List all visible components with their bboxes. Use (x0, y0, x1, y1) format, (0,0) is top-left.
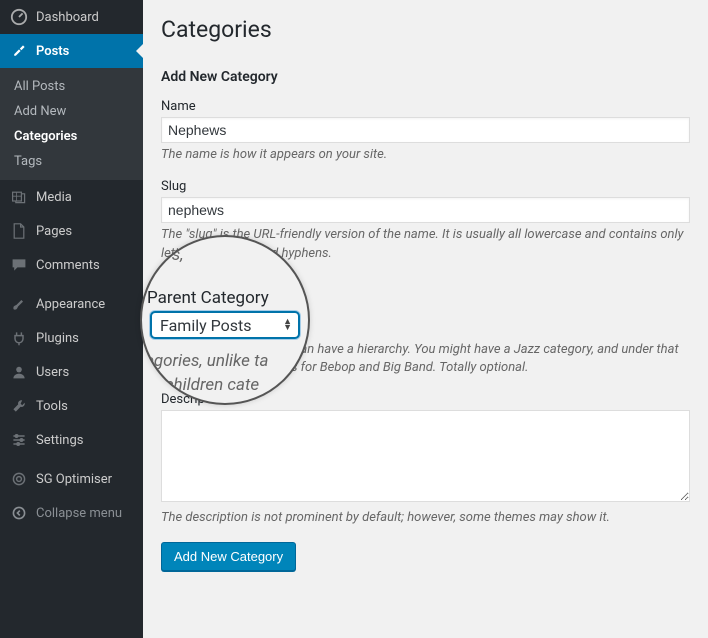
admin-sidebar: Dashboard Posts All Posts Add New Catego… (0, 0, 143, 638)
dashboard-icon (10, 8, 28, 26)
submenu-categories[interactable]: Categories (0, 124, 143, 149)
add-category-button[interactable]: Add New Category (161, 542, 296, 571)
slug-input[interactable] (161, 197, 690, 223)
page-icon (10, 222, 28, 240)
collapse-menu[interactable]: Collapse menu (0, 496, 143, 530)
slug-label: Slug (161, 179, 690, 194)
description-textarea[interactable] (161, 410, 690, 502)
sidebar-item-label: Settings (36, 433, 83, 448)
description-field: Description The description is not promi… (161, 392, 690, 528)
sidebar-item-plugins[interactable]: Plugins (0, 321, 143, 355)
sidebar-item-label: Media (36, 190, 72, 205)
sidebar-item-label: Appearance (36, 297, 105, 312)
wrench-icon (10, 397, 28, 415)
submenu-add-new[interactable]: Add New (0, 99, 143, 124)
pin-icon (10, 42, 28, 60)
sidebar-item-settings[interactable]: Settings (0, 423, 143, 457)
sidebar-item-label: Users (36, 365, 69, 380)
sidebar-item-label: Dashboard (36, 10, 99, 25)
submenu-tags[interactable]: Tags (0, 149, 143, 174)
sidebar-item-label: SG Optimiser (36, 472, 112, 487)
plug-icon (10, 329, 28, 347)
sidebar-item-appearance[interactable]: Appearance (0, 287, 143, 321)
sg-icon (10, 470, 28, 488)
sidebar-item-label: Comments (36, 258, 100, 273)
main-content: Categories Add New Category Name The nam… (143, 0, 708, 638)
sidebar-item-label: Plugins (36, 331, 79, 346)
slug-field: Slug The "slug" is the URL-friendly vers… (161, 179, 690, 264)
sidebar-item-users[interactable]: Users (0, 355, 143, 389)
sidebar-item-label: Pages (36, 224, 72, 239)
name-field: Name The name is how it appears on your … (161, 99, 690, 165)
name-input[interactable] (161, 117, 690, 143)
sidebar-item-media[interactable]: Media (0, 180, 143, 214)
submenu-all-posts[interactable]: All Posts (0, 74, 143, 99)
sidebar-item-comments[interactable]: Comments (0, 248, 143, 282)
collapse-icon (10, 504, 28, 522)
section-title: Add New Category (161, 69, 690, 85)
sidebar-item-posts[interactable]: Posts (0, 34, 143, 68)
name-label: Name (161, 99, 690, 114)
collapse-label: Collapse menu (36, 506, 122, 521)
parent-field: Parent Category Family Posts Categories,… (161, 278, 690, 379)
page-title: Categories (161, 16, 690, 43)
slug-description: The "slug" is the URL-friendly version o… (161, 226, 690, 264)
media-icon (10, 188, 28, 206)
description-label: Description (161, 392, 690, 407)
sidebar-item-sg-optimiser[interactable]: SG Optimiser (0, 462, 143, 496)
name-description: The name is how it appears on your site. (161, 146, 690, 165)
description-description: The description is not prominent by defa… (161, 509, 690, 528)
sidebar-item-pages[interactable]: Pages (0, 214, 143, 248)
sidebar-item-label: Posts (36, 44, 69, 59)
sliders-icon (10, 431, 28, 449)
parent-description: Categories, unlike tags, can have a hier… (161, 341, 690, 379)
sidebar-item-dashboard[interactable]: Dashboard (0, 0, 143, 34)
sidebar-item-label: Tools (36, 399, 68, 414)
user-icon (10, 363, 28, 381)
sidebar-item-tools[interactable]: Tools (0, 389, 143, 423)
posts-submenu: All Posts Add New Categories Tags (0, 68, 143, 180)
comments-icon (10, 256, 28, 274)
brush-icon (10, 295, 28, 313)
